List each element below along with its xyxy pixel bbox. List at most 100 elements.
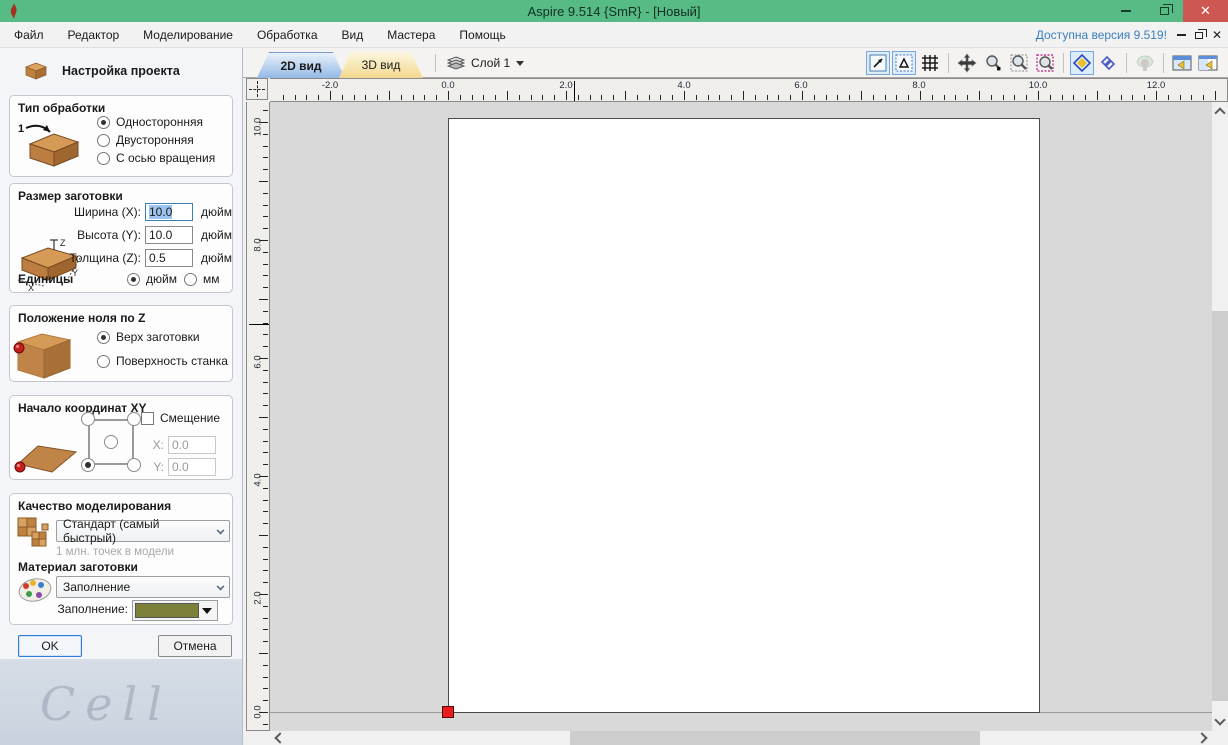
- xy-origin-bottom-left[interactable]: [81, 458, 95, 472]
- minimize-button[interactable]: [1107, 0, 1145, 22]
- ruler-tick: [263, 334, 268, 335]
- ruler-tick: [814, 95, 815, 100]
- units-mm[interactable]: мм: [184, 272, 220, 286]
- ruler-tick: [790, 95, 791, 100]
- ruler-tick: [1097, 91, 1098, 100]
- material-value: Заполнение: [63, 580, 130, 594]
- offset-x-input[interactable]: 0.0: [168, 436, 216, 454]
- menu-view[interactable]: Вид: [332, 24, 374, 46]
- tile-windows-horizontal-icon[interactable]: [1170, 51, 1194, 75]
- chevron-down-icon: [516, 61, 524, 66]
- ruler-tick: [849, 95, 850, 100]
- zoom-in-icon[interactable]: [981, 51, 1005, 75]
- ruler-tick: [263, 264, 268, 265]
- ruler-tick: [483, 95, 484, 100]
- ruler-label: 12.0: [1147, 80, 1166, 91]
- xy-origin-top-right[interactable]: [127, 412, 141, 426]
- height-label: Высота (Y):: [45, 228, 141, 242]
- cancel-button[interactable]: Отмена: [158, 635, 232, 657]
- fill-color-swatch: [135, 603, 199, 618]
- radio-icon: [97, 152, 110, 165]
- material-dropdown[interactable]: Заполнение: [56, 576, 230, 598]
- scroll-up-icon[interactable]: [1215, 107, 1225, 117]
- update-version-link[interactable]: Доступна версия 9.519!: [1036, 28, 1167, 42]
- view-tabstrip: 2D вид 3D вид Слой 1: [243, 48, 1228, 78]
- ok-button[interactable]: OK: [18, 635, 82, 657]
- snap-toggle-icon[interactable]: [1070, 51, 1094, 75]
- ruler-tick: [944, 95, 945, 100]
- job-type-rotary[interactable]: С осью вращения: [97, 151, 215, 165]
- scroll-left-icon[interactable]: [274, 733, 284, 743]
- xy-origin-bottom-right[interactable]: [127, 458, 141, 472]
- ruler-tick: [377, 95, 378, 100]
- close-button[interactable]: ✕: [1183, 0, 1228, 22]
- tab-3d-view[interactable]: 3D вид: [339, 52, 423, 78]
- ruler-tick: [263, 724, 268, 725]
- quality-dropdown[interactable]: Стандарт (самый быстрый): [56, 520, 230, 542]
- height-field-row: Высота (Y): 10.0 дюйм: [45, 226, 232, 244]
- ruler-tick: [295, 95, 296, 100]
- ruler-tick: [1132, 95, 1133, 100]
- job-material-sheet[interactable]: [448, 118, 1040, 713]
- tile-windows-vertical-icon[interactable]: [1196, 51, 1220, 75]
- height-input[interactable]: 10.0: [145, 226, 193, 244]
- grid-icon[interactable]: [918, 51, 942, 75]
- thickness-input[interactable]: 0.5: [145, 249, 193, 267]
- origin-marker[interactable]: [442, 706, 454, 718]
- fill-color-picker[interactable]: [132, 600, 218, 621]
- mdi-restore-icon[interactable]: [1195, 32, 1203, 39]
- ruler-tick: [263, 700, 268, 701]
- width-input[interactable]: 10.0: [145, 203, 193, 221]
- vertical-scroll-thumb[interactable]: [1212, 311, 1228, 701]
- job-type-double-sided[interactable]: Двусторонняя: [97, 133, 194, 147]
- units-inch[interactable]: дюйм: [127, 272, 177, 286]
- drawing-canvas[interactable]: [270, 102, 1212, 731]
- job-type-title: Тип обработки: [18, 101, 105, 115]
- panel-title: Настройка проекта: [62, 64, 180, 78]
- zoom-selected-icon[interactable]: [892, 51, 916, 75]
- menu-file[interactable]: Файл: [4, 24, 54, 46]
- restore-button[interactable]: [1145, 0, 1183, 22]
- ruler-tick: [263, 523, 268, 524]
- vertical-ruler: 10.08.06.04.02.00.0: [246, 102, 270, 731]
- offset-checkbox[interactable]: [141, 412, 154, 425]
- mdi-minimize-icon[interactable]: [1177, 34, 1186, 36]
- ruler-tick: [1026, 95, 1027, 100]
- offset-checkbox-row[interactable]: Смещение: [141, 411, 220, 425]
- ruler-tick: [1085, 95, 1086, 100]
- ruler-tick: [263, 216, 268, 217]
- menu-gadgets[interactable]: Мастера: [377, 24, 445, 46]
- layer-name: Слой 1: [471, 56, 510, 70]
- pan-icon[interactable]: [955, 51, 979, 75]
- ruler-tick: [637, 95, 638, 100]
- scroll-down-icon[interactable]: [1215, 716, 1225, 726]
- menu-modeling[interactable]: Моделирование: [133, 24, 243, 46]
- menu-edit[interactable]: Редактор: [58, 24, 130, 46]
- vertical-scrollbar[interactable]: [1212, 102, 1228, 731]
- ruler-tick: [263, 405, 268, 406]
- window-title: Aspire 9.514 {SmR} - [Новый]: [0, 4, 1228, 19]
- tab-2d-view[interactable]: 2D вид: [257, 52, 345, 78]
- z-zero-machine-bed[interactable]: Поверхность станка: [97, 354, 228, 368]
- zoom-extents-icon[interactable]: [866, 51, 890, 75]
- horizontal-scroll-thumb[interactable]: [570, 731, 980, 745]
- z-zero-material-top[interactable]: Верх заготовки: [97, 330, 200, 344]
- layer-selector[interactable]: Слой 1: [447, 52, 524, 74]
- ruler-tick: [263, 559, 268, 560]
- zoom-region-icon[interactable]: [1033, 51, 1057, 75]
- radio-icon: [97, 134, 110, 147]
- ruler-tick: [649, 95, 650, 100]
- xy-origin-top-left[interactable]: [81, 412, 95, 426]
- xy-origin-center[interactable]: [104, 435, 118, 449]
- scroll-right-icon[interactable]: [1198, 733, 1208, 743]
- mdi-close-icon[interactable]: ✕: [1212, 29, 1222, 41]
- thickness-unit: дюйм: [201, 251, 232, 265]
- zoom-box-icon[interactable]: [1007, 51, 1031, 75]
- menu-help[interactable]: Помощь: [449, 24, 515, 46]
- ruler-tick: [342, 95, 343, 100]
- guides-icon[interactable]: [1096, 51, 1120, 75]
- offset-y-input[interactable]: 0.0: [168, 458, 216, 476]
- horizontal-scrollbar[interactable]: [270, 731, 1212, 745]
- menu-toolpaths[interactable]: Обработка: [247, 24, 328, 46]
- job-type-single-sided[interactable]: Односторонняя: [97, 115, 203, 129]
